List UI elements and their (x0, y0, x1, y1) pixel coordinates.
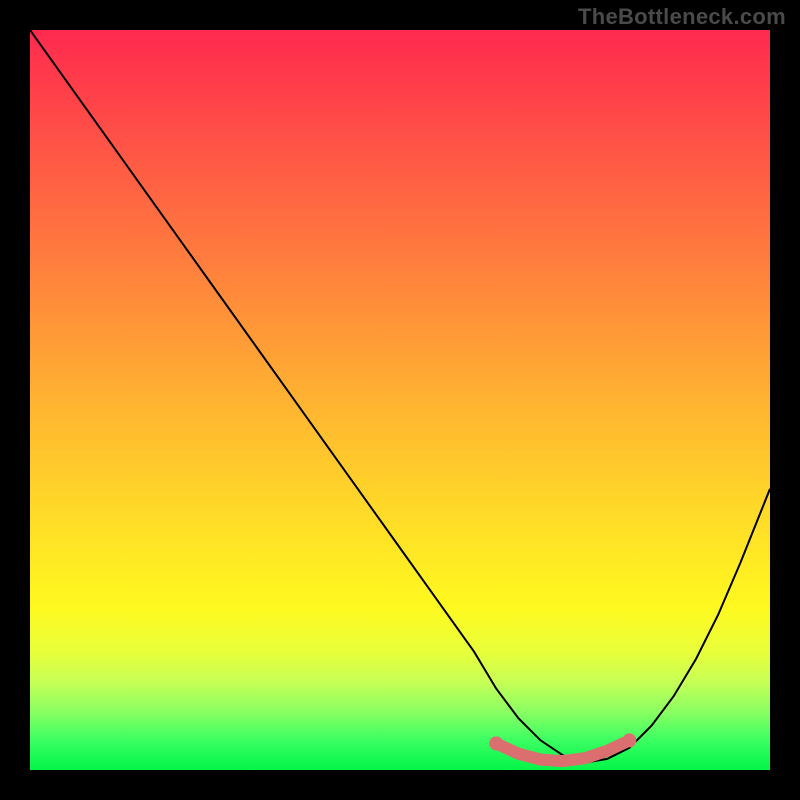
optimal-range-end-dot (622, 733, 636, 747)
optimal-range-start-dot (489, 736, 503, 750)
bottleneck-curve (30, 30, 770, 763)
curve-svg (30, 30, 770, 770)
chart-container: TheBottleneck.com (0, 0, 800, 800)
plot-area (30, 30, 770, 770)
watermark-text: TheBottleneck.com (578, 4, 786, 30)
